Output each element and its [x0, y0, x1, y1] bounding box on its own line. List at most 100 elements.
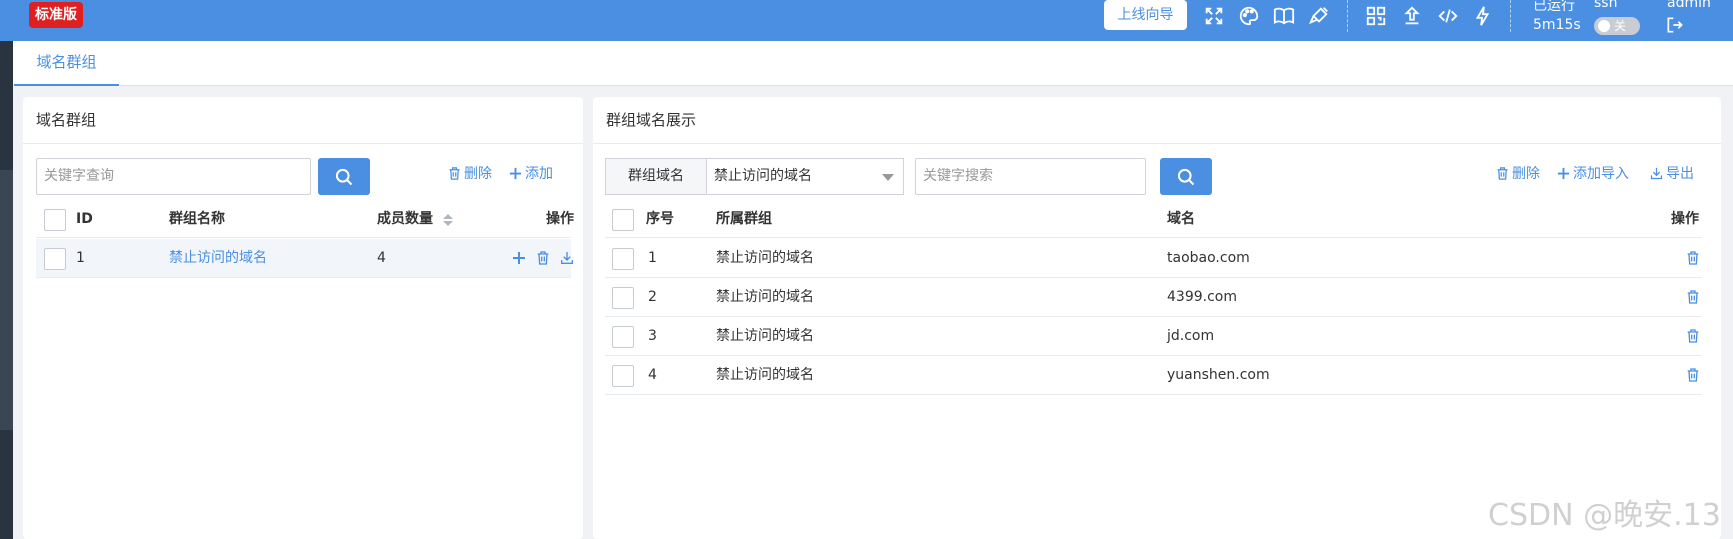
tab-domain-group[interactable]: 域名群组 — [14, 41, 119, 86]
brush-icon[interactable] — [1308, 5, 1330, 27]
download-icon[interactable] — [559, 250, 575, 266]
runtime-label: 已运行 — [1533, 0, 1575, 14]
trash-icon — [1497, 166, 1508, 180]
delete-domain-button[interactable]: 删除 — [1495, 163, 1540, 183]
book-icon[interactable] — [1273, 5, 1295, 27]
add-import-button[interactable]: 添加导入 — [1556, 163, 1629, 183]
trash-icon[interactable] — [1685, 328, 1701, 344]
apps-icon[interactable] — [1365, 5, 1387, 27]
palette-icon[interactable] — [1238, 5, 1260, 27]
upload-icon[interactable] — [1401, 5, 1423, 27]
group-name-link[interactable]: 禁止访问的域名 — [169, 239, 267, 277]
row-domain: jd.com — [1167, 328, 1215, 344]
row-seq: 4 — [648, 367, 657, 383]
table-row[interactable]: 1 禁止访问的域名 taobao.com — [605, 239, 1702, 278]
row-group: 禁止访问的域名 — [716, 250, 814, 266]
setup-guide-button[interactable]: 上线向导 — [1104, 0, 1187, 30]
code-icon[interactable] — [1437, 5, 1459, 27]
export-label: 导出 — [1666, 166, 1694, 182]
column-header: 序号 — [646, 211, 674, 227]
top-header: 标准版 上线向导 已运行 5m15s ssh 关 admin — [0, 0, 1733, 41]
group-search-input[interactable]: 关键字查询 — [36, 158, 311, 195]
column-header: 操作 — [546, 211, 574, 227]
trash-icon[interactable] — [1685, 250, 1701, 266]
domain-search-input[interactable]: 关键字搜索 — [915, 158, 1146, 195]
header-divider — [1510, 0, 1511, 32]
trash-icon[interactable] — [1685, 367, 1701, 383]
domain-table-header: 序号 所属群组 域名 操作 — [605, 200, 1702, 238]
group-id: 1 — [76, 250, 85, 266]
fullscreen-icon[interactable] — [1203, 5, 1225, 27]
plus-icon — [1557, 167, 1570, 179]
search-icon — [335, 168, 353, 186]
sidebar-strip — [0, 0, 13, 539]
column-header: 域名 — [1167, 211, 1195, 227]
table-row[interactable]: 2 禁止访问的域名 4399.com — [605, 278, 1702, 317]
group-select[interactable]: 禁止访问的域名 — [706, 158, 904, 195]
add-import-label: 添加导入 — [1573, 166, 1629, 182]
plus-icon — [509, 167, 522, 179]
row-group: 禁止访问的域名 — [716, 328, 814, 344]
row-checkbox[interactable] — [612, 326, 634, 348]
group-select-label: 群组域名 — [605, 158, 706, 195]
export-button[interactable]: 导出 — [1649, 163, 1694, 183]
row-checkbox[interactable] — [612, 287, 634, 309]
trash-icon — [449, 166, 460, 180]
logout-icon[interactable] — [1665, 15, 1685, 35]
select-all-checkbox[interactable] — [44, 209, 66, 231]
table-row[interactable]: 4 禁止访问的域名 yuanshen.com — [605, 356, 1702, 395]
sidebar-strip-shade — [0, 170, 13, 430]
add-label: 添加 — [525, 166, 553, 182]
ssh-toggle-text: 关 — [1614, 19, 1627, 33]
domain-group-panel: 域名群组 关键字查询 删除 添加 ID 群组名称 成员数量 操作 1 禁止访问的… — [23, 97, 583, 539]
domain-search-button[interactable] — [1160, 158, 1212, 195]
select-all-checkbox[interactable] — [612, 209, 634, 231]
ssh-toggle[interactable]: 关 — [1594, 17, 1640, 35]
row-seq: 3 — [648, 328, 657, 344]
column-header: 操作 — [1671, 211, 1699, 227]
delete-label: 删除 — [1512, 166, 1540, 182]
row-domain: 4399.com — [1167, 289, 1237, 305]
row-group: 禁止访问的域名 — [716, 289, 814, 305]
table-row[interactable]: 1 禁止访问的域名 4 — [36, 239, 573, 278]
header-divider — [1347, 0, 1348, 32]
chevron-down-icon — [882, 174, 894, 181]
tab-bar: 域名群组 — [13, 41, 1733, 86]
watermark: CSDN @晚安.13 — [1488, 498, 1721, 533]
member-count: 4 — [377, 250, 386, 266]
row-seq: 1 — [648, 250, 657, 266]
delete-group-button[interactable]: 删除 — [447, 163, 492, 183]
edition-badge: 标准版 — [29, 2, 83, 28]
search-icon — [1177, 168, 1195, 186]
lightning-icon[interactable] — [1472, 5, 1494, 27]
add-group-button[interactable]: 添加 — [508, 163, 553, 183]
column-header: 所属群组 — [716, 211, 772, 227]
row-checkbox[interactable] — [612, 365, 634, 387]
column-header: 群组名称 — [169, 211, 225, 227]
delete-label: 删除 — [464, 166, 492, 182]
row-checkbox[interactable] — [44, 248, 66, 270]
row-domain: taobao.com — [1167, 250, 1250, 266]
runtime-value: 5m15s — [1533, 17, 1581, 33]
column-header: ID — [76, 211, 93, 227]
row-domain: yuanshen.com — [1167, 367, 1270, 383]
user-name[interactable]: admin — [1667, 0, 1711, 11]
row-seq: 2 — [648, 289, 657, 305]
group-domain-panel: 群组域名展示 群组域名 禁止访问的域名 关键字搜索 删除 添加导入 导出 序号 … — [593, 97, 1721, 539]
panel-title: 域名群组 — [23, 97, 583, 144]
export-icon — [1650, 167, 1663, 179]
ssh-label: ssh — [1594, 0, 1618, 11]
group-search-button[interactable] — [318, 158, 370, 195]
row-group: 禁止访问的域名 — [716, 367, 814, 383]
toggle-knob — [1598, 20, 1610, 32]
sort-icon[interactable] — [443, 214, 453, 226]
trash-icon[interactable] — [535, 250, 551, 266]
trash-icon[interactable] — [1685, 289, 1701, 305]
group-select-value: 禁止访问的域名 — [714, 168, 812, 184]
panel-title: 群组域名展示 — [593, 97, 1721, 144]
row-checkbox[interactable] — [612, 248, 634, 270]
group-table-header: ID 群组名称 成员数量 操作 — [36, 200, 574, 238]
column-header[interactable]: 成员数量 — [377, 200, 433, 238]
table-row[interactable]: 3 禁止访问的域名 jd.com — [605, 317, 1702, 356]
plus-icon[interactable] — [511, 250, 527, 266]
